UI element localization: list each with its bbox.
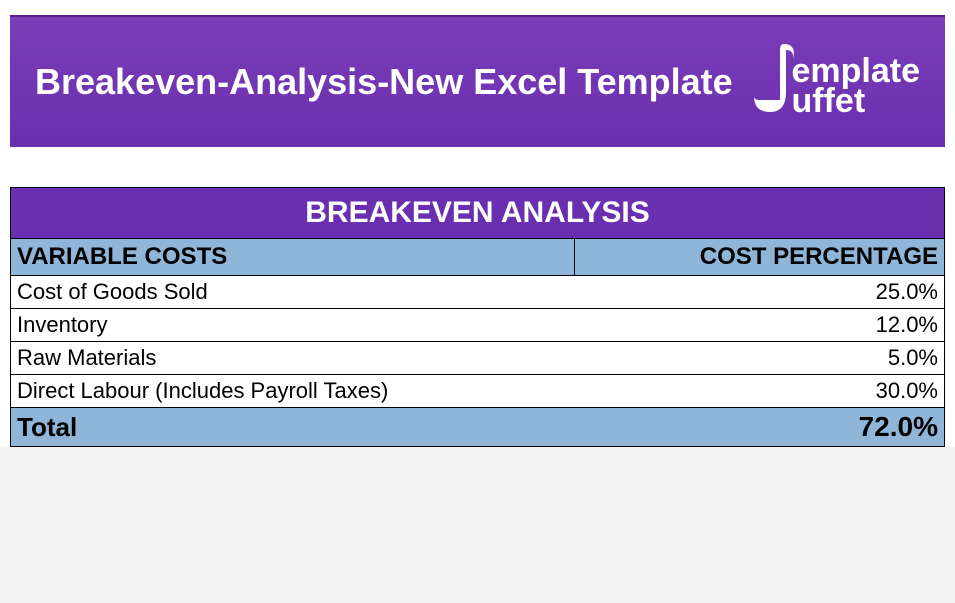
logo-text: emplate uffet — [792, 56, 921, 117]
row-label: Cost of Goods Sold — [11, 276, 575, 309]
table-title: BREAKEVEN ANALYSIS — [10, 187, 945, 238]
row-label: Inventory — [11, 309, 575, 342]
title-banner: Breakeven-Analysis-New Excel Template em… — [10, 15, 945, 147]
total-value: 72.0% — [575, 408, 945, 447]
table-header-row: VARIABLE COSTS COST PERCENTAGE — [11, 239, 945, 276]
table-row: Inventory12.0% — [11, 309, 945, 342]
table-total-row: Total72.0% — [11, 408, 945, 447]
row-value: 5.0% — [575, 342, 945, 375]
logo-ladle-icon — [754, 47, 794, 117]
page-container: Breakeven-Analysis-New Excel Template em… — [0, 0, 955, 447]
table-row: Direct Labour (Includes Payroll Taxes)30… — [11, 375, 945, 408]
row-value: 30.0% — [575, 375, 945, 408]
table-row: Raw Materials5.0% — [11, 342, 945, 375]
row-value: 12.0% — [575, 309, 945, 342]
header-variable-costs: VARIABLE COSTS — [11, 239, 575, 276]
table-row: Cost of Goods Sold25.0% — [11, 276, 945, 309]
template-buffet-logo: emplate uffet — [754, 47, 921, 117]
total-label: Total — [11, 408, 575, 447]
header-cost-percentage: COST PERCENTAGE — [575, 239, 945, 276]
variable-costs-table: VARIABLE COSTS COST PERCENTAGE Cost of G… — [10, 238, 945, 447]
analysis-table-container: BREAKEVEN ANALYSIS VARIABLE COSTS COST P… — [10, 187, 945, 447]
row-label: Raw Materials — [11, 342, 575, 375]
logo-line2: uffet — [792, 86, 921, 117]
banner-title: Breakeven-Analysis-New Excel Template — [35, 61, 733, 103]
row-label: Direct Labour (Includes Payroll Taxes) — [11, 375, 575, 408]
row-value: 25.0% — [575, 276, 945, 309]
